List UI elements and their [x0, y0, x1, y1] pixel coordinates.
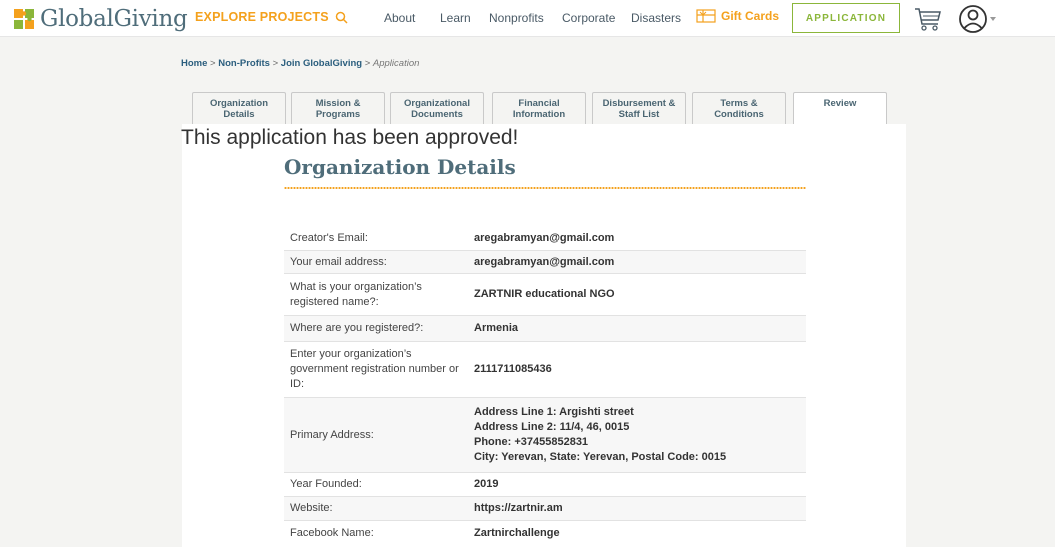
row-label: Year Founded: [290, 478, 362, 490]
row-label: Where are you registered?: [290, 322, 424, 334]
tab-disbursement-staff[interactable]: Disbursement & Staff List [592, 92, 686, 124]
row-label: Facebook Name: [290, 526, 374, 539]
user-icon [959, 5, 987, 33]
gift-icon [696, 9, 716, 23]
section-title: Organization Details [284, 155, 516, 179]
row-value: Armenia [474, 322, 519, 334]
tab-mission-programs[interactable]: Mission & Programs [291, 92, 385, 124]
row-value: ZARTNIR educational NGO [474, 288, 615, 300]
row-value: aregabramyan@gmail.com [474, 255, 615, 268]
table-row: Primary Address: Address Line 1: Argisht… [284, 398, 806, 473]
logo-puzzle-icon [14, 9, 34, 29]
row-label: Primary Address: [290, 428, 374, 441]
cart-icon[interactable] [914, 6, 942, 32]
top-navigation: GlobalGiving EXPLORE PROJECTS About Lear… [0, 0, 1055, 37]
tab-label-line1: Financial [518, 98, 560, 109]
user-menu[interactable] [958, 4, 998, 34]
tab-label-line1: Terms & [720, 98, 758, 109]
nav-disasters[interactable]: Disasters [631, 11, 681, 25]
row-value: 2111711085436 [474, 363, 552, 375]
tab-label-line1: Review [823, 98, 857, 109]
tab-financial-information[interactable]: Financial Information [492, 92, 586, 124]
tab-label-line1: Mission & [315, 98, 361, 109]
dotted-divider [284, 186, 806, 190]
tab-label-line2: Conditions [714, 109, 764, 120]
row-value: https://zartnir.am [474, 502, 563, 514]
table-row: What is your organization’s registered n… [284, 274, 806, 316]
search-icon [335, 11, 348, 24]
tab-organizational-documents[interactable]: Organizational Documents [390, 92, 484, 124]
tab-label-line2: Staff List [618, 109, 660, 120]
tab-label-line2: Programs [315, 109, 361, 120]
explore-projects-label: EXPLORE PROJECTS [195, 10, 329, 24]
row-value: Zartnirchallenge [474, 526, 560, 539]
nav-learn[interactable]: Learn [440, 11, 471, 25]
row-value: aregabramyan@gmail.com [474, 232, 615, 244]
chevron-down-icon [990, 17, 996, 21]
details-table: Creator's Email: aregabramyan@gmail.com … [284, 227, 806, 545]
nav-about[interactable]: About [384, 11, 415, 25]
tab-label-line2: Information [512, 109, 566, 120]
table-row: Creator's Email: aregabramyan@gmail.com [284, 227, 806, 251]
breadcrumb-join[interactable]: Join GlobalGiving [281, 58, 362, 69]
tab-review[interactable]: Review [793, 92, 887, 125]
row-value: 2019 [474, 478, 499, 490]
tab-organization-details[interactable]: Organization Details [192, 92, 286, 124]
table-row: Where are you registered?: Armenia [284, 316, 806, 342]
table-row: Your email address: aregabramyan@gmail.c… [284, 251, 806, 274]
gift-cards-label: Gift Cards [721, 9, 780, 23]
tab-label-line2: Documents [411, 109, 463, 120]
table-row: Enter your organization’s government reg… [284, 342, 806, 398]
table-row: Facebook Name: Zartnirchallenge [284, 521, 806, 545]
row-label: Enter your organization’s government reg… [290, 348, 459, 390]
nav-nonprofits[interactable]: Nonprofits [489, 11, 544, 25]
row-label: What is your organization’s registered n… [290, 280, 422, 308]
explore-projects-link[interactable]: EXPLORE PROJECTS [195, 10, 348, 24]
row-label: Creator's Email: [290, 232, 368, 244]
breadcrumb-separator: > [269, 58, 281, 69]
address-line: Address Line 1: Argishti street [474, 406, 634, 418]
gift-cards-link[interactable]: Gift Cards [696, 9, 779, 23]
address-line: Phone: +37455852831 [474, 436, 589, 448]
globalgiving-logo[interactable]: GlobalGiving [12, 6, 188, 32]
table-row: Website: https://zartnir.am [284, 497, 806, 521]
tab-label-line2: Details [223, 109, 255, 120]
logo-text: GlobalGiving [40, 6, 188, 32]
tab-terms-conditions[interactable]: Terms & Conditions [692, 92, 786, 124]
row-label: Website: [290, 502, 333, 514]
approval-status-message: This application has been approved! [181, 126, 519, 149]
breadcrumb-separator: > [207, 58, 219, 69]
address-line: City: Yerevan, State: Yerevan, Postal Co… [474, 451, 727, 463]
breadcrumb: Home > Non-Profits > Join GlobalGiving >… [181, 58, 419, 69]
tab-label-line1: Organization [209, 98, 269, 109]
table-row: Year Founded: 2019 [284, 473, 806, 497]
address-line: Address Line 2: 11/4, 46, 0015 [474, 421, 630, 433]
breadcrumb-separator: > [362, 58, 373, 69]
nav-corporate[interactable]: Corporate [562, 11, 615, 25]
row-value: Address Line 1: Argishti street Address … [474, 405, 806, 465]
breadcrumb-current: Application [372, 58, 420, 69]
row-label: Your email address: [290, 255, 387, 268]
tab-label-line1: Disbursement & [602, 98, 676, 109]
tab-label-line1: Organizational [404, 98, 470, 109]
breadcrumb-nonprofits[interactable]: Non-Profits [218, 58, 270, 69]
breadcrumb-home[interactable]: Home [181, 58, 207, 69]
application-button[interactable]: APPLICATION [792, 3, 900, 33]
